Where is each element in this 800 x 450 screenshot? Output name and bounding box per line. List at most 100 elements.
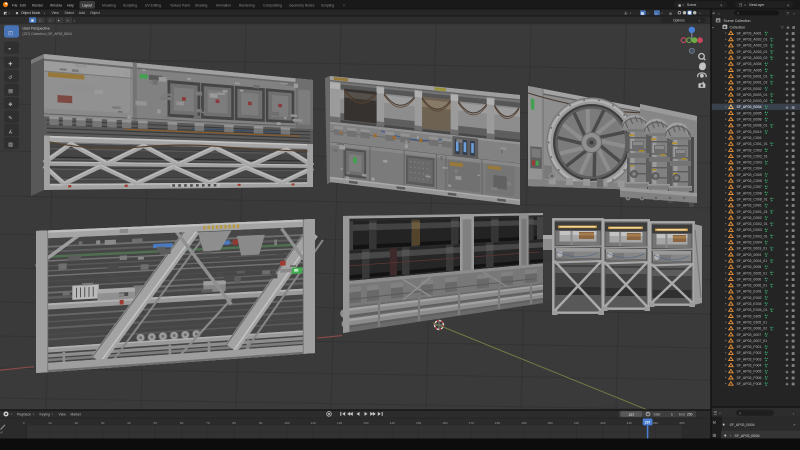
svg-text:◉: ◉ [786, 118, 789, 122]
svg-text:SF_AP03_0006: SF_AP03_0006 [737, 277, 762, 281]
svg-text:SF_AP03_F003: SF_AP03_F003 [737, 357, 762, 361]
svg-text:UV Editing: UV Editing [145, 3, 161, 7]
svg-text:∨: ∨ [630, 12, 632, 15]
svg-text:▩: ▩ [792, 302, 796, 306]
svg-text:◉: ◉ [786, 333, 789, 337]
svg-text:SF_AP03_F008: SF_AP03_F008 [737, 382, 762, 386]
svg-text:Modeling: Modeling [102, 3, 116, 7]
svg-text:▩: ▩ [792, 265, 796, 269]
svg-text:SF_AP03_C005: SF_AP03_C005 [737, 173, 762, 177]
svg-text:∨: ∨ [44, 12, 46, 15]
svg-text:SF_AP03_C002_01: SF_AP03_C002_01 [737, 154, 768, 158]
svg-text:∨: ∨ [74, 20, 76, 23]
svg-text:SF_AP03_B002: SF_AP03_B002 [737, 87, 762, 91]
svg-text:◉: ◉ [786, 278, 789, 282]
svg-text:SF_AP03_0305: SF_AP03_0305 [737, 314, 762, 318]
svg-text:▩: ▩ [792, 382, 796, 386]
svg-text:Texture Paint: Texture Paint [170, 3, 190, 7]
svg-text:250: 250 [679, 421, 684, 425]
svg-text:▦: ▦ [641, 12, 644, 16]
svg-text:SF_AP03_A002_01: SF_AP03_A002_01 [737, 38, 768, 42]
svg-text:◔: ◔ [655, 12, 657, 16]
svg-text:▣: ▣ [31, 19, 34, 23]
svg-text:▩: ▩ [792, 247, 796, 251]
svg-text:▩: ▩ [792, 198, 796, 202]
svg-text:∨: ∨ [793, 412, 795, 415]
svg-text:▩: ▩ [792, 50, 796, 54]
svg-text:Animation: Animation [216, 3, 231, 7]
svg-text:▩: ▩ [792, 321, 796, 325]
svg-text:180: 180 [495, 421, 500, 425]
svg-text:▩: ▩ [792, 339, 796, 343]
svg-text:SF_AP03_D001: SF_AP03_D001 [737, 204, 762, 208]
svg-text:◉: ◉ [786, 204, 789, 208]
svg-text:▩: ▩ [792, 185, 796, 189]
svg-text:Add: Add [79, 11, 85, 15]
svg-text:∨: ∨ [8, 12, 10, 15]
svg-text:SF_AP03_A004: SF_AP03_A004 [737, 62, 762, 66]
svg-text:✎: ✎ [8, 116, 12, 122]
svg-text:SF_AP03_C002: SF_AP03_C002 [737, 148, 762, 152]
svg-text:◉: ◉ [786, 161, 789, 165]
svg-text:∨: ∨ [718, 12, 720, 15]
svg-text:10: 10 [48, 421, 52, 425]
svg-text:SF_AP03_F002: SF_AP03_F002 [737, 351, 762, 355]
svg-text:230: 230 [627, 421, 632, 425]
svg-text:80: 80 [232, 421, 236, 425]
svg-text:110: 110 [311, 421, 316, 425]
svg-text:◉: ◉ [786, 142, 789, 146]
svg-text:◉: ◉ [786, 259, 789, 263]
svg-text:▩: ▩ [792, 228, 796, 232]
svg-text:200: 200 [548, 421, 553, 425]
svg-text:SF_AP03_A003_01: SF_AP03_A003_01 [737, 50, 768, 54]
svg-text:SF_AP03_0004: SF_AP03_0004 [737, 253, 762, 257]
svg-text:SF_AP03_A001: SF_AP03_A001 [737, 31, 762, 35]
svg-text:▩: ▩ [792, 93, 796, 97]
svg-text:◉: ◉ [786, 198, 789, 202]
svg-text:▩: ▩ [792, 124, 796, 128]
svg-text:◉: ◉ [786, 235, 789, 239]
svg-text:◉: ◉ [786, 345, 789, 349]
svg-text:◉: ◉ [786, 265, 789, 269]
svg-text:◉: ◉ [786, 99, 789, 103]
svg-text:Sculpting: Sculpting [123, 3, 137, 7]
svg-text:SF_AP03_A005: SF_AP03_A005 [737, 68, 762, 72]
svg-text:SF_AP03_D003_01: SF_AP03_D003_01 [737, 234, 768, 238]
svg-text:∨: ∨ [682, 3, 684, 7]
svg-text:SF_AP03_B001_02: SF_AP03_B001_02 [737, 81, 768, 85]
svg-text:▩: ▩ [792, 155, 796, 159]
svg-text:◉: ◉ [786, 376, 789, 380]
svg-text:SF_AP03_0003_01: SF_AP03_0003_01 [737, 247, 768, 251]
svg-text:SF_AP03_B004: SF_AP03_B004 [730, 423, 755, 427]
svg-text:◉: ◉ [786, 32, 789, 36]
svg-text:SF_AP03_D003: SF_AP03_D003 [737, 228, 762, 232]
svg-text:Edit: Edit [20, 3, 26, 7]
svg-text:▩: ▩ [792, 56, 796, 60]
svg-text:▩: ▩ [792, 376, 796, 380]
svg-text:◉: ◉ [786, 370, 789, 374]
svg-text:▩: ▩ [792, 259, 796, 263]
svg-text:SF_AP03_B004: SF_AP03_B004 [735, 434, 760, 438]
svg-text:20: 20 [75, 421, 79, 425]
svg-text:SF_AP03_B003_02: SF_AP03_B003_02 [737, 99, 768, 103]
svg-text:◉: ◉ [786, 124, 789, 128]
svg-text:(237) Collection | SF_AP03_B00: (237) Collection | SF_AP03_B004 [23, 32, 73, 36]
svg-text:◉: ◉ [786, 216, 789, 220]
svg-text:▩: ▩ [792, 179, 796, 183]
svg-text:240: 240 [653, 421, 658, 425]
svg-text:⌕: ⌕ [739, 411, 741, 416]
svg-text:SF_AP03_A002_02: SF_AP03_A002_02 [737, 44, 768, 48]
svg-text:220: 220 [600, 421, 605, 425]
svg-text:◉: ◉ [786, 222, 789, 226]
svg-text:◉: ◉ [786, 148, 789, 152]
svg-text:▩: ▩ [792, 210, 796, 214]
svg-text:150: 150 [416, 421, 421, 425]
svg-text:∨: ∨ [647, 12, 649, 15]
svg-text:◉: ◉ [786, 247, 789, 251]
svg-text:Marker: Marker [71, 412, 82, 416]
svg-text:▩: ▩ [792, 235, 796, 239]
svg-text:Rendering: Rendering [239, 3, 255, 7]
svg-text:Scene: Scene [687, 3, 697, 7]
svg-text:210: 210 [574, 421, 579, 425]
svg-text:SF_AP03_C001: SF_AP03_C001 [737, 136, 762, 140]
